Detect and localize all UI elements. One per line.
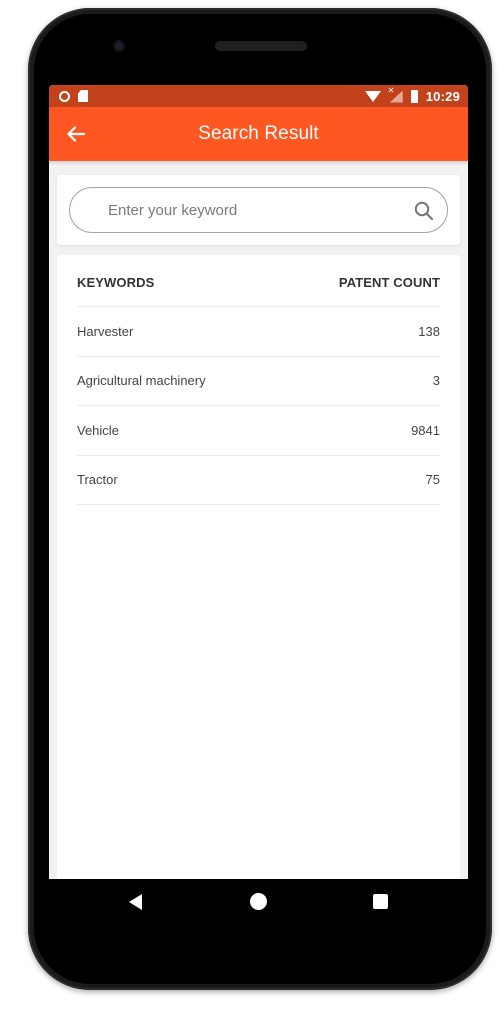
signal-icon: ✕ <box>388 86 403 103</box>
row-keyword: Harvester <box>77 323 134 339</box>
search-box[interactable] <box>69 187 448 233</box>
search-icon[interactable] <box>413 200 435 222</box>
sdcard-icon <box>78 90 88 102</box>
search-input[interactable] <box>108 201 398 219</box>
row-count: 9841 <box>411 422 440 438</box>
back-button[interactable] <box>61 119 91 149</box>
front-camera <box>113 40 125 52</box>
row-count: 3 <box>432 373 440 389</box>
header-keywords: KEYWORDS <box>77 275 155 290</box>
row-count: 138 <box>418 323 440 339</box>
circle-icon <box>59 90 70 102</box>
results-table: KEYWORDS PATENT COUNT Harvester 138 Agri… <box>57 255 460 879</box>
back-triangle-icon[interactable] <box>129 894 142 910</box>
app-screen: ✕ 10:29 Search Result KEYWORDS PATENT CO… <box>49 85 468 879</box>
row-count: 75 <box>425 472 440 488</box>
status-time: 10:29 <box>425 88 460 104</box>
arrow-left-icon <box>67 126 85 142</box>
earpiece-speaker <box>215 41 307 51</box>
recents-square-icon[interactable] <box>373 894 388 909</box>
status-bar: ✕ 10:29 <box>49 85 468 107</box>
row-keyword: Vehicle <box>77 422 119 438</box>
search-card <box>57 175 460 245</box>
page-title: Search Result <box>198 123 319 144</box>
wifi-icon <box>364 90 381 102</box>
table-header: KEYWORDS PATENT COUNT <box>77 255 440 307</box>
table-row[interactable]: Tractor 75 <box>77 456 440 505</box>
table-row[interactable]: Harvester 138 <box>77 307 440 357</box>
battery-icon <box>410 89 418 103</box>
system-nav-bar <box>49 879 468 925</box>
app-bar: Search Result <box>49 107 468 161</box>
home-circle-icon[interactable] <box>250 893 267 910</box>
row-keyword: Agricultural machinery <box>77 373 206 389</box>
row-keyword: Tractor <box>77 472 118 488</box>
header-patent-count: PATENT COUNT <box>338 275 440 290</box>
table-row[interactable]: Agricultural machinery 3 <box>77 357 440 406</box>
table-row[interactable]: Vehicle 9841 <box>77 406 440 456</box>
